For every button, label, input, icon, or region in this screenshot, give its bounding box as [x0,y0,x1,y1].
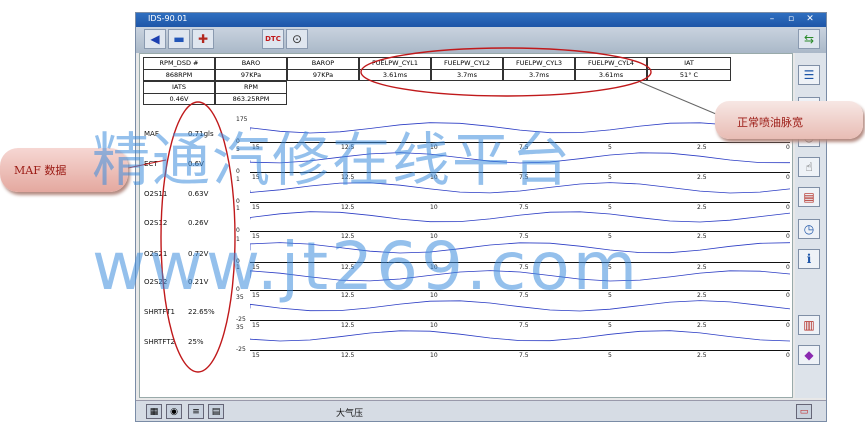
maf-callout-text: MAF 数据 [14,164,67,177]
injection-callout: 正常喷油脉宽 [715,101,863,139]
fuel-pointer-line [639,81,717,115]
watermark-line-2: www.jt269.com [92,228,640,305]
fuel-pulse-ellipse [360,47,652,97]
annotation-overlay [127,47,717,373]
injection-callout-text: 正常喷油脉宽 [737,116,803,129]
watermark-line-1: 精通汽修在线平台 [92,126,573,194]
